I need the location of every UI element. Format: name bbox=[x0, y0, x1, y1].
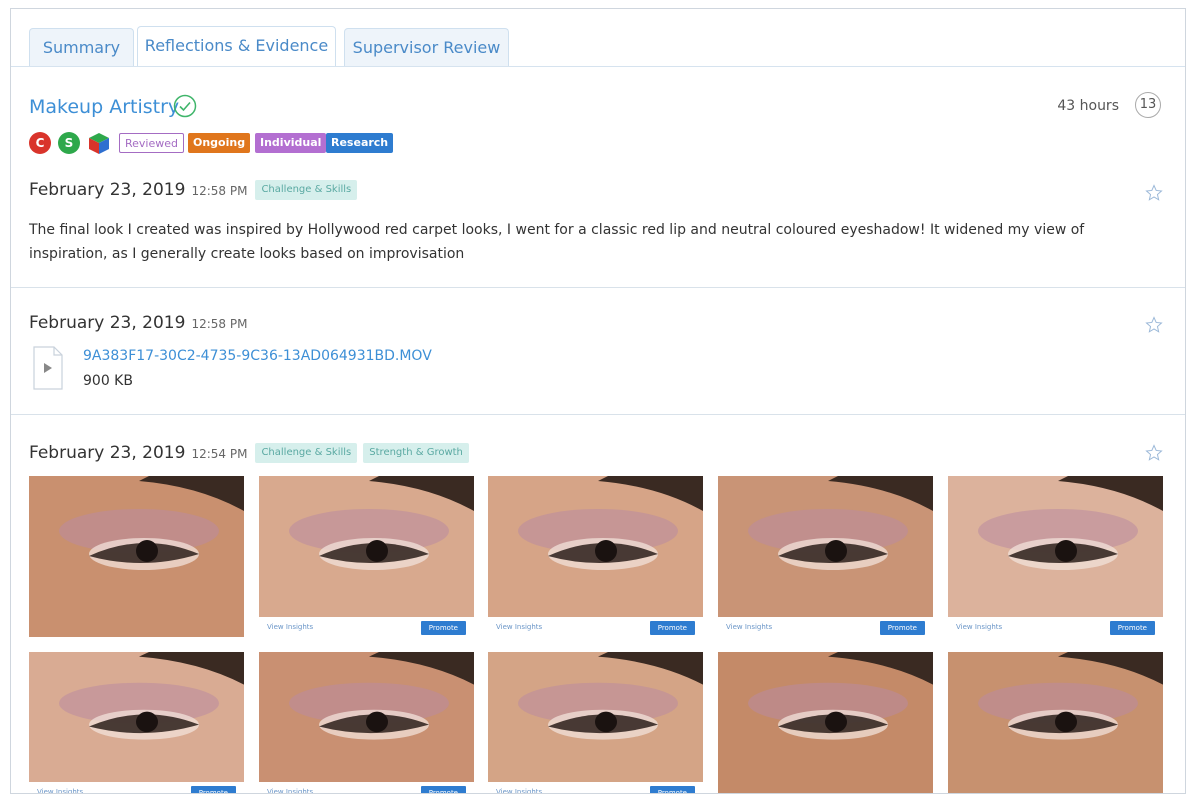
promote-button[interactable]: Promote bbox=[420, 786, 466, 793]
status-tag-individual: Individual bbox=[255, 133, 327, 153]
hours-label: 43 hours bbox=[1057, 98, 1119, 114]
eye-makeup-image bbox=[488, 652, 703, 793]
photo-action-bar: View Insights Promote bbox=[488, 617, 703, 637]
evidence-photo[interactable]: View Insights Promote bbox=[259, 652, 474, 793]
entry-time: 12:58 PM bbox=[191, 184, 248, 198]
tab-summary[interactable]: Summary bbox=[29, 28, 134, 66]
entry-divider bbox=[11, 414, 1185, 415]
content-frame: Summary Reflections & Evidence Superviso… bbox=[10, 8, 1186, 794]
promote-button[interactable]: Promote bbox=[879, 621, 925, 635]
skill-tag: Challenge & Skills bbox=[255, 443, 358, 463]
reflection-text: The final look I created was inspired by… bbox=[29, 222, 1085, 262]
entry-date: February 23, 2019 12:58 PM Challenge & Ski… bbox=[29, 177, 358, 204]
evidence-photo[interactable] bbox=[29, 476, 244, 637]
photo-action-bar: View Insights Promote bbox=[718, 617, 933, 637]
eye-makeup-image bbox=[259, 652, 474, 793]
photo-action-bar: View Insights Promote bbox=[948, 617, 1163, 637]
entry-date-text: February 23, 2019 bbox=[29, 180, 186, 200]
entry-time: 12:54 PM bbox=[191, 447, 248, 461]
eye-makeup-image bbox=[718, 476, 933, 637]
check-circle-icon bbox=[173, 94, 197, 118]
evidence-photo[interactable] bbox=[948, 652, 1163, 793]
star-icon[interactable] bbox=[1145, 444, 1163, 462]
category-circle-s: S bbox=[58, 132, 80, 154]
comment-count-badge[interactable]: 13 bbox=[1135, 92, 1161, 118]
promote-button[interactable]: Promote bbox=[1109, 621, 1155, 635]
eye-makeup-image bbox=[259, 476, 474, 637]
photo-action-bar: View Insights Promote bbox=[259, 782, 474, 793]
view-insights-link[interactable]: View Insights bbox=[956, 617, 1002, 637]
tab-reflections-evidence[interactable]: Reflections & Evidence bbox=[137, 26, 336, 66]
evidence-photo[interactable]: View Insights Promote bbox=[259, 476, 474, 637]
photo-action-bar: View Insights Promote bbox=[488, 782, 703, 793]
view-insights-link[interactable]: View Insights bbox=[37, 782, 83, 793]
entry-time: 12:58 PM bbox=[191, 317, 248, 331]
file-link[interactable]: 9A383F17-30C2-4735-9C36-13AD064931BD.MOV bbox=[83, 346, 432, 366]
status-tag-ongoing: Ongoing bbox=[188, 133, 251, 153]
evidence-photo[interactable]: View Insights Promote bbox=[488, 476, 703, 637]
photo-action-bar: View Insights Promote bbox=[259, 617, 474, 637]
tab-divider bbox=[11, 66, 1185, 67]
photo-action-bar: View Insights Promote bbox=[29, 782, 244, 793]
cube-icon bbox=[89, 133, 109, 154]
skill-tag: Challenge & Skills bbox=[255, 180, 358, 200]
eye-makeup-image bbox=[948, 476, 1163, 637]
eye-makeup-image bbox=[29, 652, 244, 793]
view-insights-link[interactable]: View Insights bbox=[267, 617, 313, 637]
evidence-photo[interactable]: View Insights Promote bbox=[488, 652, 703, 793]
eye-makeup-image bbox=[718, 652, 933, 793]
evidence-photo[interactable]: View Insights Promote bbox=[29, 652, 244, 793]
star-icon[interactable] bbox=[1145, 316, 1163, 334]
promote-button[interactable]: Promote bbox=[420, 621, 466, 635]
promote-button[interactable]: Promote bbox=[190, 786, 236, 793]
category-circle-c: C bbox=[29, 132, 51, 154]
entry-date-text: February 23, 2019 bbox=[29, 443, 186, 463]
entry-date: February 23, 2019 12:54 PM Challenge & Ski… bbox=[29, 440, 469, 467]
status-tag-research: Research bbox=[326, 133, 394, 153]
view-insights-link[interactable]: View Insights bbox=[496, 617, 542, 637]
view-insights-link[interactable]: View Insights bbox=[267, 782, 313, 793]
status-tag-reviewed: Reviewed bbox=[119, 133, 184, 153]
eye-makeup-image bbox=[29, 476, 244, 637]
eye-makeup-image bbox=[488, 476, 703, 637]
evidence-photo[interactable]: View Insights Promote bbox=[948, 476, 1163, 637]
video-file-icon[interactable] bbox=[33, 346, 63, 390]
promote-button[interactable]: Promote bbox=[649, 786, 695, 793]
entry-divider bbox=[11, 287, 1185, 288]
entry-date-text: February 23, 2019 bbox=[29, 313, 186, 333]
view-insights-link[interactable]: View Insights bbox=[496, 782, 542, 793]
skill-tag: Strength & Growth bbox=[363, 443, 469, 463]
entry-date: February 23, 2019 12:58 PM bbox=[29, 310, 247, 337]
star-icon[interactable] bbox=[1145, 184, 1163, 202]
eye-makeup-image bbox=[948, 652, 1163, 793]
file-size: 900 KB bbox=[83, 373, 133, 389]
view-insights-link[interactable]: View Insights bbox=[726, 617, 772, 637]
evidence-photo[interactable]: View Insights Promote bbox=[718, 476, 933, 637]
page-title[interactable]: Makeup Artistry bbox=[29, 96, 179, 118]
promote-button[interactable]: Promote bbox=[649, 621, 695, 635]
evidence-photo[interactable] bbox=[718, 652, 933, 793]
tab-supervisor-review[interactable]: Supervisor Review bbox=[344, 28, 509, 66]
title-row: Makeup Artistry bbox=[29, 92, 197, 122]
